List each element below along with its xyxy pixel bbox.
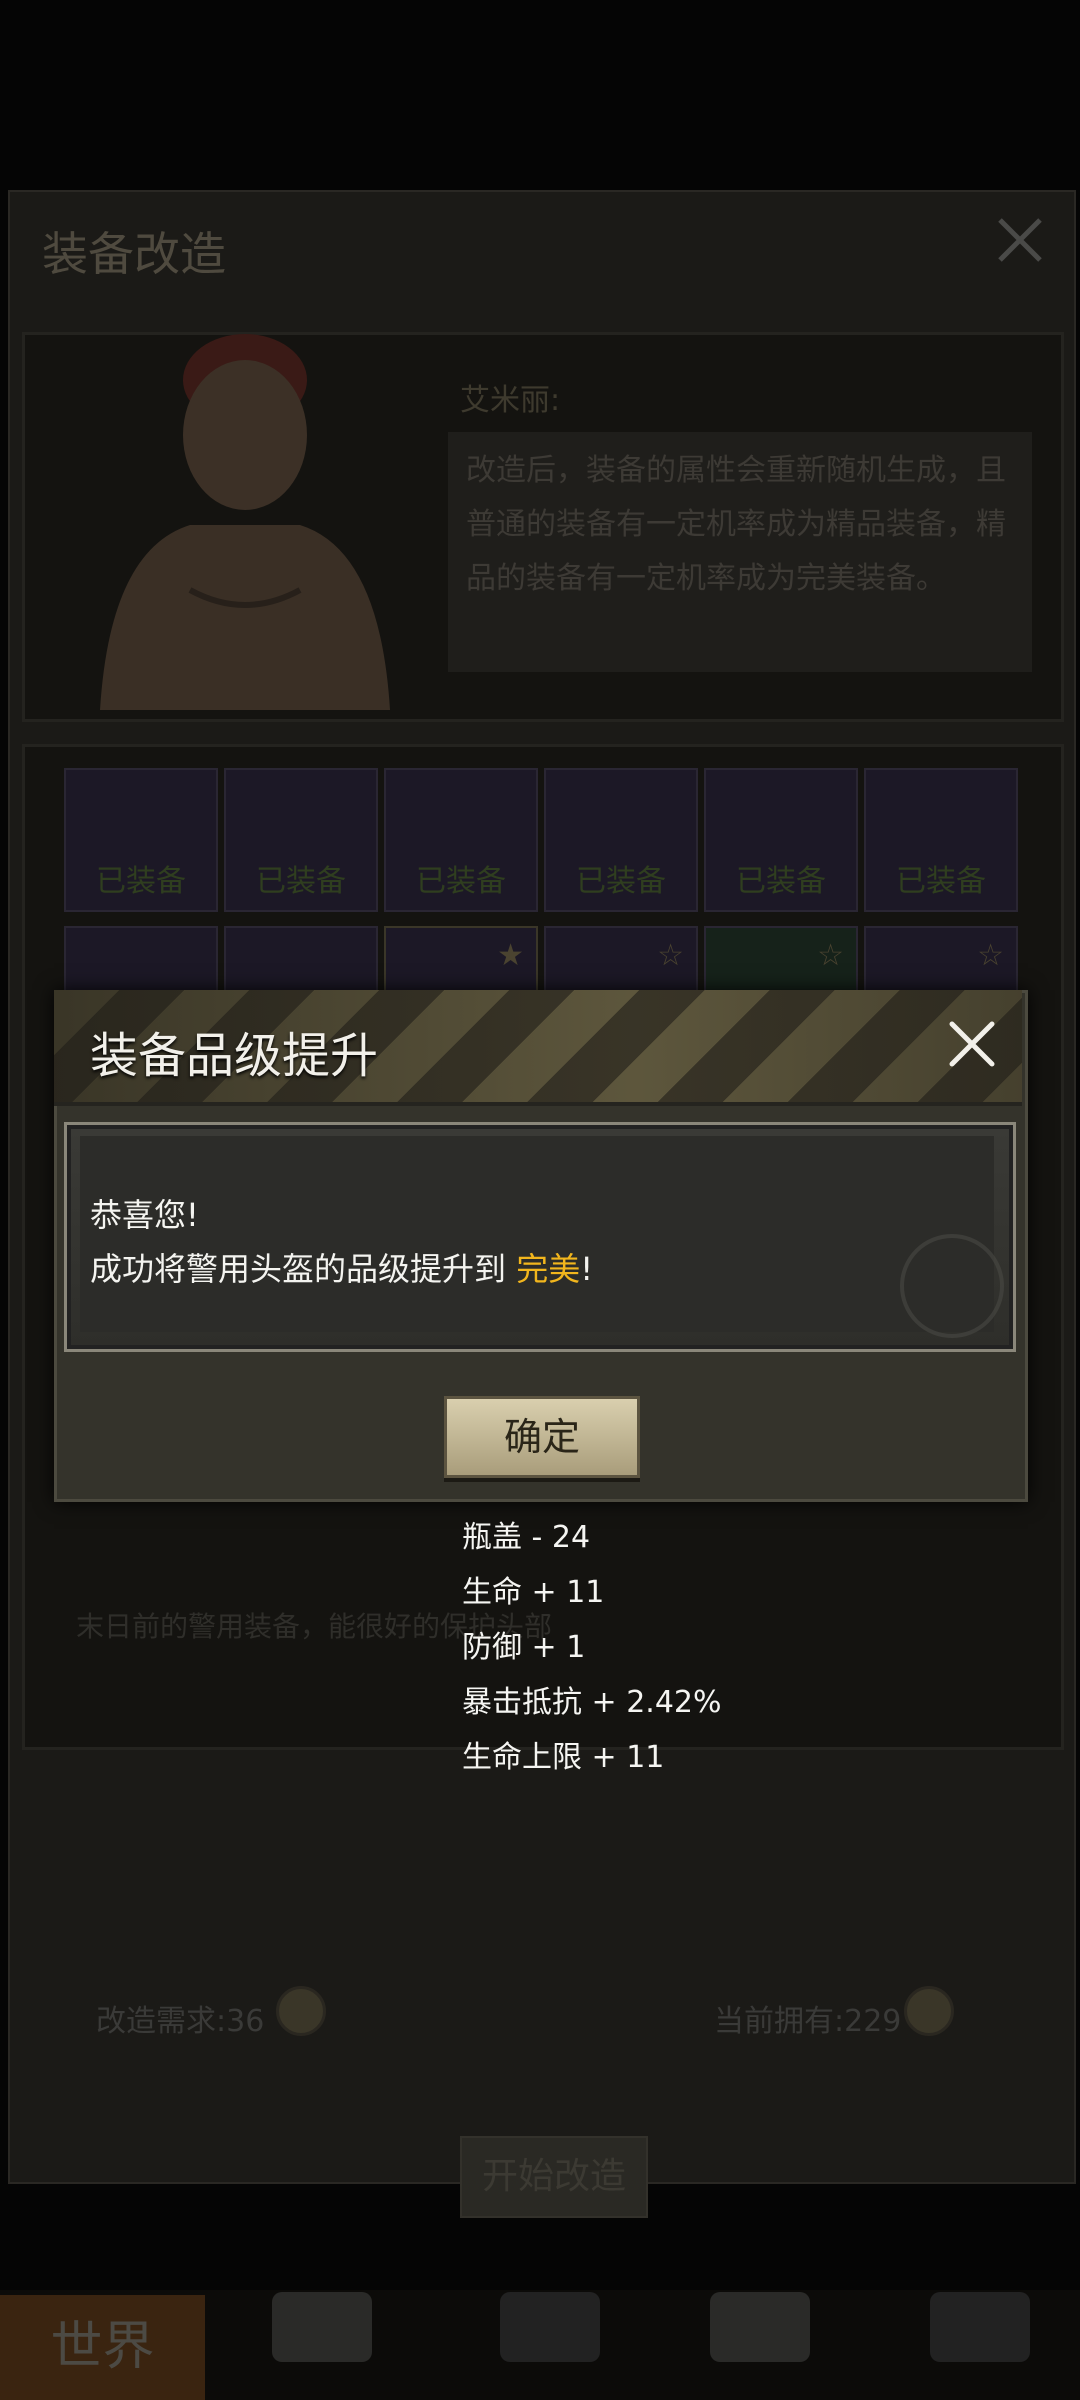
stat-line: 生命 + 11 [462, 1575, 605, 1610]
nav-bag-icon[interactable] [272, 2292, 372, 2362]
hazard-icon [900, 1234, 1004, 1338]
coin-icon [276, 1986, 326, 2036]
stat-line: 生命上限 + 11 [462, 1740, 665, 1775]
message-suffix: ! [580, 1250, 594, 1288]
nav-building-icon[interactable] [710, 2292, 810, 2362]
grade-highlight: 完美 [516, 1250, 581, 1288]
grade-up-message: 成功将警用头盔的品级提升到 完美! [90, 1244, 593, 1290]
star-icon: ☆ [657, 938, 684, 973]
equipment-slot[interactable]: 已装备 [544, 768, 698, 912]
equipment-slot[interactable]: 已装备 [704, 768, 858, 912]
nav-cart-icon[interactable] [930, 2292, 1030, 2362]
stat-line: 防御 + 1 [462, 1630, 586, 1665]
panel-close-icon[interactable] [990, 210, 1050, 270]
npc-dialogue-line: 普通的装备有一定机率成为精品装备，精 [466, 507, 1006, 542]
npc-portrait-icon [100, 334, 390, 710]
npc-name: 艾米丽: [460, 383, 561, 418]
npc-dialogue-line: 改造后，装备的属性会重新随机生成，且 [466, 453, 1006, 488]
nav-anvil-icon[interactable] [500, 2292, 600, 2362]
equipment-slot[interactable]: 已装备 [224, 768, 378, 912]
dialog-title: 装备品级提升 [90, 1028, 379, 1084]
star-icon: ☆ [977, 938, 1004, 973]
coin-icon [904, 1986, 954, 2036]
panel-title: 装备改造 [42, 227, 226, 281]
message-prefix: 成功将警用头盔的品级提升到 [90, 1250, 517, 1288]
equipped-label: 已装备 [416, 864, 506, 899]
star-icon: ☆ [817, 938, 844, 973]
start-modify-button[interactable]: 开始改造 [460, 2136, 648, 2218]
equipment-slot[interactable]: 已装备 [864, 768, 1018, 912]
equipment-slot[interactable]: 已装备 [64, 768, 218, 912]
close-icon[interactable] [940, 1012, 1004, 1076]
equipped-label: 已装备 [256, 864, 346, 899]
confirm-button[interactable]: 确定 [444, 1396, 640, 1478]
equipped-label: 已装备 [736, 864, 826, 899]
stat-line: 瓶盖 - 24 [462, 1520, 591, 1555]
equipped-label: 已装备 [896, 864, 986, 899]
stat-line: 暴击抵抗 + 2.42% [462, 1685, 722, 1720]
star-icon: ★ [497, 938, 524, 973]
modify-requirement: 改造需求:36 [96, 2004, 265, 2039]
npc-dialogue-line: 品的装备有一定机率成为完美装备。 [466, 561, 946, 596]
message-inner [80, 1136, 994, 1332]
congrats-text: 恭喜您! [90, 1196, 199, 1234]
equipment-slot[interactable]: 已装备 [384, 768, 538, 912]
npc-dialogue-text: 改造后，装备的属性会重新随机生成，且 普通的装备有一定机率成为精品装备，精 品的… [466, 444, 1026, 606]
owned-amount: 当前拥有:229 [714, 2004, 902, 2039]
nav-world-button[interactable]: 世界 [0, 2295, 205, 2400]
equipped-label: 已装备 [576, 864, 666, 899]
equipped-label: 已装备 [96, 864, 186, 899]
